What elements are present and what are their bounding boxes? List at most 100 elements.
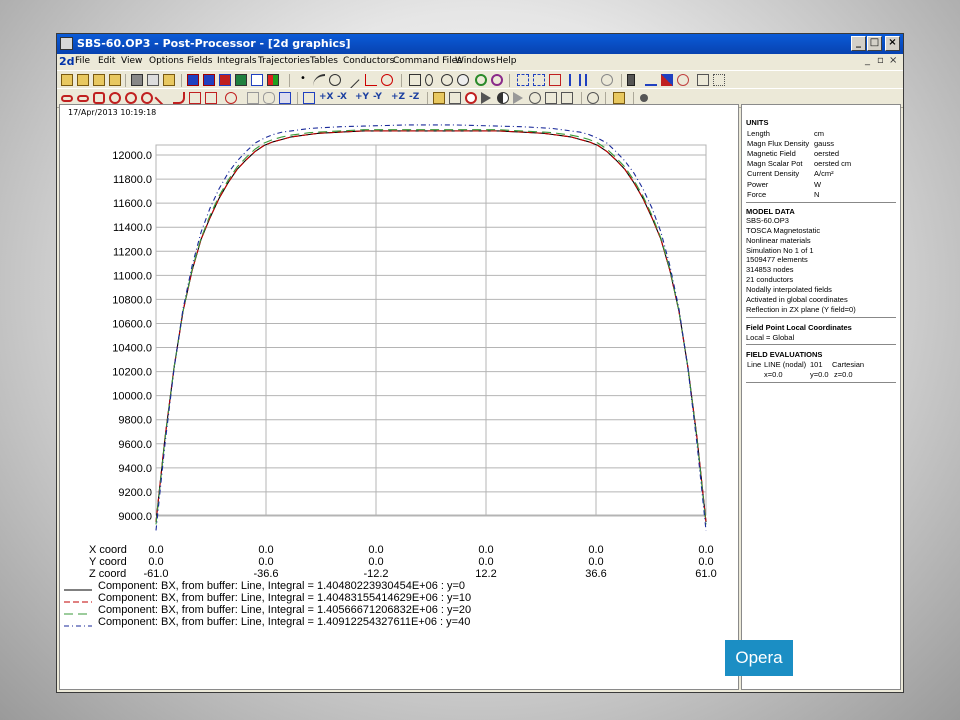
open-file-icon[interactable]	[77, 74, 89, 86]
color-map-icon[interactable]	[267, 74, 279, 86]
integral-line-icon[interactable]	[585, 74, 597, 86]
menu-tables[interactable]: Tables	[310, 56, 338, 66]
data-point	[651, 215, 652, 216]
maximize-button[interactable]: □	[867, 36, 882, 51]
zoom-box-icon[interactable]	[303, 92, 315, 104]
half-shade-icon[interactable]	[497, 92, 509, 104]
menu-windows[interactable]: Windows	[455, 56, 495, 66]
legend: Component: BX, from buffer: Line, Integr…	[64, 580, 471, 628]
paste-icon[interactable]	[163, 74, 175, 86]
data-point	[309, 132, 310, 133]
bent-bar-icon[interactable]	[173, 92, 185, 104]
graphics-canvas[interactable]: 17/Apr/2013 10:19:18 12000.0 11800.0 11600…	[59, 104, 739, 690]
conductor-grid-icon[interactable]	[189, 92, 201, 104]
menu-options[interactable]: Options	[149, 56, 184, 66]
data-point	[570, 130, 571, 131]
line-icon[interactable]	[342, 71, 360, 89]
view-minus-z-button[interactable]: -Z	[409, 92, 419, 102]
play-icon[interactable]	[481, 92, 491, 104]
integral-icon[interactable]	[569, 74, 581, 86]
menu-trajectories[interactable]: Trajectories	[258, 56, 310, 66]
field-arrows-icon[interactable]	[533, 74, 545, 86]
menu-view[interactable]: View	[121, 56, 142, 66]
vector-view-icon[interactable]	[561, 92, 573, 104]
conductor-edit-icon[interactable]	[203, 74, 215, 86]
coil-racetrack-icon[interactable]	[77, 95, 89, 102]
rectangle-icon[interactable]	[409, 74, 421, 86]
table-icon[interactable]	[697, 74, 709, 86]
copy-icon[interactable]	[147, 74, 159, 86]
eval-points: 101	[810, 360, 823, 369]
arc-icon[interactable]	[313, 74, 325, 86]
conductor-list-icon[interactable]	[219, 74, 231, 86]
field-vectors-icon[interactable]	[549, 74, 561, 86]
disc-icon[interactable]	[457, 74, 469, 86]
record-icon[interactable]	[640, 94, 648, 102]
mdi-restore-icon[interactable]: ▫	[877, 55, 884, 66]
clear-icon[interactable]	[677, 74, 689, 86]
ring-icon[interactable]	[441, 74, 453, 86]
step-icon[interactable]	[513, 92, 523, 104]
conductor-icon[interactable]	[187, 74, 199, 86]
title-bar[interactable]: SBS-60.OP3 - Post-Processor - [2d graphi…	[57, 34, 903, 54]
data-point	[588, 134, 589, 135]
refresh-icon[interactable]	[251, 74, 263, 86]
minimize-button[interactable]: _	[851, 36, 866, 51]
search-icon[interactable]	[601, 74, 613, 86]
view-plus-z-button[interactable]: +Z	[391, 92, 405, 102]
coil-round-icon[interactable]	[109, 92, 121, 104]
purple-ring-icon[interactable]	[491, 74, 503, 86]
globe-icon[interactable]	[529, 92, 541, 104]
mdi-close-button[interactable]: ×	[889, 55, 897, 66]
material-icon[interactable]	[235, 74, 247, 86]
color-toggle-icon[interactable]	[465, 92, 477, 104]
toolbar-separator	[509, 74, 510, 87]
menu-help[interactable]: Help	[496, 56, 517, 66]
point-icon[interactable]: •	[297, 74, 309, 86]
data-point	[624, 166, 625, 167]
calculator-icon[interactable]	[627, 74, 635, 86]
coil-square-icon[interactable]	[93, 92, 105, 104]
export-icon[interactable]	[613, 92, 625, 104]
open-folder-icon[interactable]	[61, 74, 73, 86]
menu-file[interactable]: File	[75, 56, 90, 66]
document-icon[interactable]	[279, 92, 291, 104]
menu-integrals[interactable]: Integrals	[217, 56, 257, 66]
save-file-icon[interactable]	[93, 74, 105, 86]
conductor-wrap-icon[interactable]	[225, 92, 237, 104]
flag-icon[interactable]	[661, 74, 673, 86]
view-minus-x-button[interactable]: -X	[337, 92, 347, 102]
data-point	[660, 231, 661, 232]
mdi-minimize-button[interactable]: _	[865, 55, 870, 66]
menu-edit[interactable]: Edit	[98, 56, 115, 66]
print-icon[interactable]	[131, 74, 143, 86]
cube-solid-icon[interactable]	[433, 92, 445, 104]
menu-conductors[interactable]: Conductors	[343, 56, 394, 66]
data-point	[219, 198, 220, 199]
view-minus-y-button[interactable]: -Y	[373, 92, 382, 102]
eval-z: z=0.0	[834, 370, 853, 379]
green-ring-icon[interactable]	[475, 74, 487, 86]
menu-command-files[interactable]: Command Files	[393, 56, 462, 66]
ellipse-icon[interactable]	[425, 74, 433, 86]
field-line-icon[interactable]	[517, 74, 529, 86]
rubber-icon[interactable]	[263, 92, 275, 104]
toolbar-separator	[621, 74, 622, 87]
conductor-stack-icon[interactable]	[205, 92, 217, 104]
cube-wire-icon[interactable]	[449, 92, 461, 104]
pan-icon[interactable]	[587, 92, 599, 104]
folder-icon[interactable]	[109, 74, 121, 86]
close-button[interactable]: ×	[885, 36, 900, 51]
graph-icon[interactable]	[645, 74, 657, 86]
data-point	[264, 142, 265, 143]
view-plus-y-button[interactable]: +Y	[355, 92, 369, 102]
mesh-icon[interactable]	[713, 74, 725, 86]
menu-fields[interactable]: Fields	[187, 56, 212, 66]
axes-icon[interactable]	[365, 74, 377, 86]
frame-icon[interactable]	[545, 92, 557, 104]
circle-icon[interactable]	[329, 74, 341, 86]
view-plus-x-button[interactable]: +X	[319, 92, 333, 102]
target-icon[interactable]	[381, 74, 393, 86]
coil-icon[interactable]	[61, 95, 73, 102]
eraser-icon[interactable]	[247, 92, 259, 104]
